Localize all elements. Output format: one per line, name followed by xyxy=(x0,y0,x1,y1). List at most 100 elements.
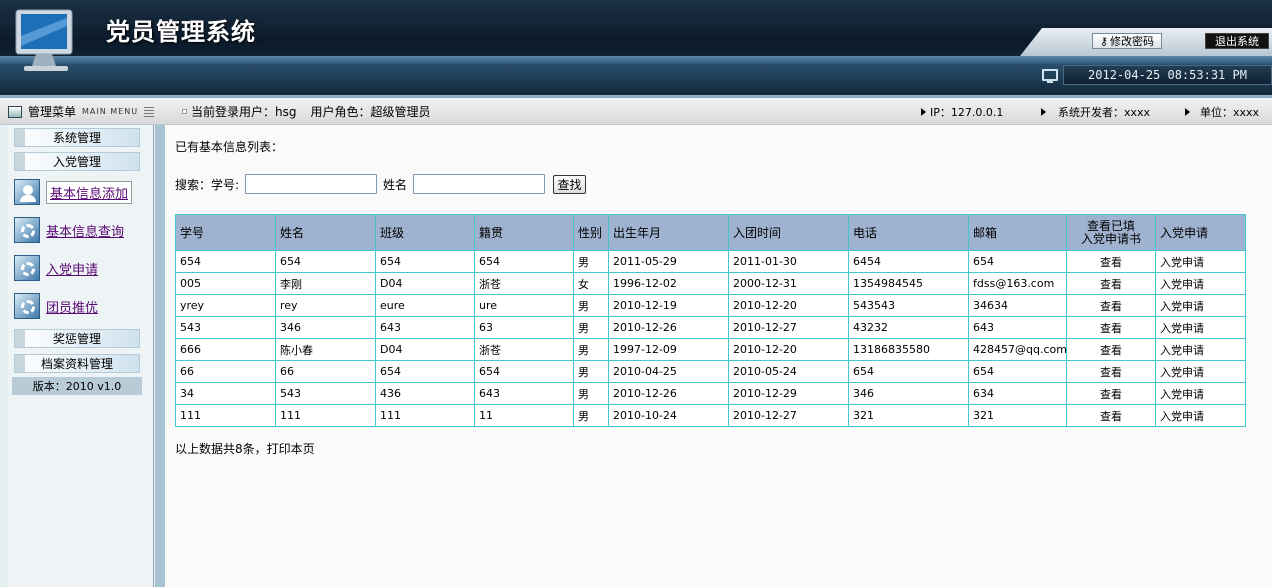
current-user: 当前登录用户：hsg xyxy=(191,105,297,119)
cell-birth-date: 2010-10-24 xyxy=(608,404,729,427)
cell-gender: 女 xyxy=(573,272,609,295)
name-input[interactable] xyxy=(413,174,546,194)
unit-info: 单位：xxxx xyxy=(1185,98,1259,125)
join-application-link[interactable]: 入党申请 xyxy=(1155,250,1246,273)
join-application-link[interactable]: 入党申请 xyxy=(1155,360,1246,383)
cell-class: eure xyxy=(375,294,475,317)
cell-league-date: 2010-12-20 xyxy=(728,294,849,317)
sidebar-section-join[interactable]: 入党管理 xyxy=(14,152,140,171)
arrow-right-icon xyxy=(921,107,926,116)
join-application-link[interactable]: 入党申请 xyxy=(1155,382,1246,405)
cell-native-place: 浙苍 xyxy=(474,338,574,361)
view-link[interactable]: 查看 xyxy=(1066,272,1156,295)
table-row: 005 李刚 D04 浙苍女 1996-12-02 2000-12-31 135498454… xyxy=(175,272,1246,295)
cell-email: 321 xyxy=(968,404,1067,427)
sidebar-section-system[interactable]: 系统管理 xyxy=(14,128,140,147)
cell-birth-date: 2011-05-29 xyxy=(608,250,729,273)
menu-sub-label: MAIN MENU xyxy=(82,107,139,116)
menu-header: 管理菜单 MAIN MENU xyxy=(8,98,158,125)
join-application-link[interactable]: 入党申请 xyxy=(1155,338,1246,361)
developer-info: 系统开发者：xxxx xyxy=(1041,98,1150,125)
view-link[interactable]: 查看 xyxy=(1066,250,1156,273)
cell-class: D04 xyxy=(375,272,475,295)
header-email: 邮箱 xyxy=(968,214,1067,251)
student-id-input[interactable] xyxy=(245,174,378,194)
cell-email: 643 xyxy=(968,316,1067,339)
join-application-link[interactable]: 入党申请 xyxy=(1155,316,1246,339)
header: 党员管理系统 ⚷ 修改密码 退出系统 2012-04-25 08:53:31 P… xyxy=(0,0,1272,95)
cell-league-date: 2011-01-30 xyxy=(728,250,849,273)
cell-phone: 1354984545 xyxy=(848,272,969,295)
change-password-label: 修改密码 xyxy=(1110,35,1155,48)
cell-class: 654 xyxy=(375,360,475,383)
cell-email: fdss@163.com xyxy=(968,272,1067,295)
gear-icon xyxy=(14,217,40,243)
cell-gender: 男 xyxy=(573,250,609,273)
header-phone: 电话 xyxy=(848,214,969,251)
menu-label: 管理菜单 xyxy=(28,105,77,119)
sidebar-section-archive[interactable]: 档案资料管理 xyxy=(14,354,140,373)
list-title: 已有基本信息列表： xyxy=(175,140,284,154)
join-application-link[interactable]: 入党申请 xyxy=(1155,272,1246,295)
window-icon xyxy=(8,105,22,118)
cell-phone: 6454 xyxy=(848,250,969,273)
sidebar-section-reward[interactable]: 奖惩管理 xyxy=(14,329,140,348)
cell-student-id: 34 xyxy=(175,382,276,405)
join-application-link[interactable]: 入党申请 xyxy=(1155,404,1246,427)
view-link[interactable]: 查看 xyxy=(1066,294,1156,317)
cell-name: 111 xyxy=(275,404,376,427)
header-class: 班级 xyxy=(375,214,475,251)
cell-birth-date: 1996-12-02 xyxy=(608,272,729,295)
cell-email: 428457@qq.com xyxy=(968,338,1067,361)
cell-name: 654 xyxy=(275,250,376,273)
change-password-button[interactable]: ⚷ 修改密码 xyxy=(1092,33,1162,49)
view-link[interactable]: 查看 xyxy=(1066,382,1156,405)
user-info: 当前登录用户：hsg 用户角色：超级管理员 xyxy=(182,98,431,125)
cell-birth-date: 2010-04-25 xyxy=(608,360,729,383)
cell-birth-date: 1997-12-09 xyxy=(608,338,729,361)
cell-name: 543 xyxy=(275,382,376,405)
sidebar-item-query-info[interactable]: 基本信息查询 xyxy=(14,216,144,244)
sidebar-item-label: 基本信息添加 xyxy=(46,180,133,204)
header-student-id: 学号 xyxy=(175,214,276,251)
cell-league-date: 2010-12-29 xyxy=(728,382,849,405)
cell-birth-date: 2010-12-26 xyxy=(608,382,729,405)
search-label: 搜索：学号: xyxy=(175,177,240,192)
header-native-place: 籍贯 xyxy=(474,214,574,251)
table-row: 34 543 436 643 男 2010-12-26 2010-12-29 346 634 查看… xyxy=(175,382,1246,405)
sidebar-item-add-info[interactable]: 基本信息添加 xyxy=(14,178,144,206)
cell-gender: 男 xyxy=(573,316,609,339)
name-label: 姓名 xyxy=(383,177,408,192)
cell-class: D04 xyxy=(375,338,475,361)
view-link[interactable]: 查看 xyxy=(1066,316,1156,339)
sidebar-item-label: 团员推优 xyxy=(46,300,99,316)
member-table: 学号 姓名 班级 籍贯 性别 出生年月 入团时间 电话 邮箱 查看已填 入党申请… xyxy=(175,214,1246,427)
view-link[interactable]: 查看 xyxy=(1066,404,1156,427)
logout-button[interactable]: 退出系统 xyxy=(1205,33,1269,49)
view-link[interactable]: 查看 xyxy=(1066,360,1156,383)
cell-native-place: 浙苍 xyxy=(474,272,574,295)
table-header-row: 学号 姓名 班级 籍贯 性别 出生年月 入团时间 电话 邮箱 查看已填 入党申请… xyxy=(175,214,1246,251)
table-row: 543 346 643 63 男 2010-12-26 2010-12-27 43232 643… xyxy=(175,316,1246,339)
sidebar-menu: 系统管理 入党管理 基本信息添加 基本信息查询 入党申请 团员推优 奖惩管理 档… xyxy=(8,125,154,587)
cell-phone: 346 xyxy=(848,382,969,405)
search-button[interactable]: 查找 xyxy=(553,174,587,194)
key-icon: ⚷ xyxy=(1099,34,1109,48)
gear-icon xyxy=(14,293,40,319)
cell-email: 34634 xyxy=(968,294,1067,317)
cell-league-date: 2010-12-27 xyxy=(728,404,849,427)
table-row: 666 陈小春 D04 浙苍男 1997-12-09 2010-12-20 13186835… xyxy=(175,338,1246,361)
system-title: 党员管理系统 xyxy=(106,18,256,46)
computer-logo-icon xyxy=(15,9,73,71)
cell-phone: 13186835580 xyxy=(848,338,969,361)
header-view-line1: 查看已填 xyxy=(1086,218,1135,233)
sidebar-item-join-application[interactable]: 入党申请 xyxy=(14,254,144,282)
join-application-link[interactable]: 入党申请 xyxy=(1155,294,1246,317)
cell-league-date: 2010-12-20 xyxy=(728,338,849,361)
monitor-icon xyxy=(1042,69,1058,83)
header-band xyxy=(0,56,1272,64)
view-link[interactable]: 查看 xyxy=(1066,338,1156,361)
sidebar-item-recommend[interactable]: 团员推优 xyxy=(14,292,144,320)
footer-summary: 以上数据共8条，打印本页 xyxy=(175,442,315,456)
cell-native-place: ure xyxy=(474,294,574,317)
